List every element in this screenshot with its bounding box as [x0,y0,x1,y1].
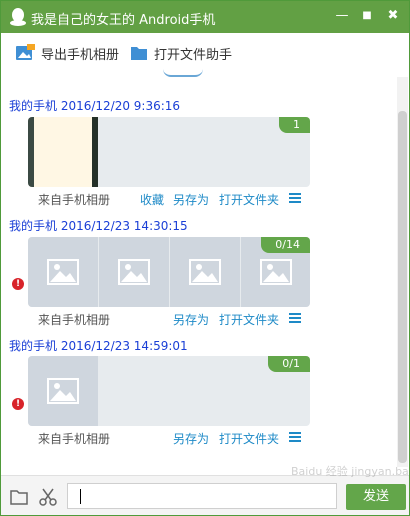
save-as-link[interactable]: 另存为 [173,191,209,208]
open-folder-link[interactable]: 打开文件夹 [219,191,279,208]
photo-count-badge: 0/14 [261,237,310,253]
photo-count-badge: 1 [279,117,310,133]
qq-penguin-icon [10,8,26,26]
source-label: 来自手机相册 [38,313,111,327]
folder-icon [131,47,147,60]
export-photo-icon [16,44,35,60]
image-placeholder-icon[interactable] [28,237,98,307]
more-menu-icon[interactable] [289,432,301,442]
title-bar: 我是自己的女王的 Android手机 — ■ ✖ [1,1,409,33]
open-file-assistant-label: 打开文件助手 [154,47,233,63]
image-placeholder-icon[interactable] [170,237,240,307]
photo-card[interactable]: 0/14 [28,237,310,307]
message-sender-time: 我的手机 2016/12/20 9:36:16 [9,99,181,113]
save-as-link[interactable]: 另存为 [173,311,209,328]
open-file-assistant-button[interactable]: 打开文件助手 [130,43,232,63]
toolbar: 导出手机相册 打开文件助手 [1,33,409,71]
error-icon[interactable]: ! [12,278,24,290]
send-button[interactable]: 发送 [346,484,406,510]
open-folder-link[interactable]: 打开文件夹 [219,430,279,447]
image-placeholder-icon[interactable] [99,237,169,307]
photo-card[interactable]: 0/1 [28,356,310,426]
minimize-button[interactable]: — [331,5,353,27]
history-arrow-icon [163,69,203,77]
export-album-button[interactable]: 导出手机相册 [15,43,119,63]
input-bar: 发送 [1,475,409,515]
favorite-link[interactable]: 收藏 [140,191,164,208]
chat-window: 我是自己的女王的 Android手机 — ■ ✖ 导出手机相册 打开文件助手 我… [0,0,410,516]
error-icon[interactable]: ! [12,398,24,410]
photo-card[interactable]: 1 [28,117,310,187]
more-menu-icon[interactable] [289,193,301,203]
open-folder-link[interactable]: 打开文件夹 [219,311,279,328]
image-placeholder-icon[interactable] [28,356,98,426]
message-sender-time: 我的手机 2016/12/23 14:30:15 [9,219,188,233]
folder-icon[interactable] [9,487,29,507]
source-label: 来自手机相册 [38,193,111,207]
close-button[interactable]: ✖ [382,5,404,27]
more-menu-icon[interactable] [289,313,301,323]
message-input[interactable] [67,483,337,509]
photo-count-badge: 0/1 [268,356,310,372]
save-as-link[interactable]: 另存为 [173,430,209,447]
message-sender-time: 我的手机 2016/12/23 14:59:01 [9,339,188,353]
photo-thumbnail[interactable] [28,117,98,187]
scissors-icon[interactable] [38,487,58,507]
export-album-label: 导出手机相册 [41,47,120,63]
maximize-button[interactable]: ■ [356,5,378,27]
text-caret [80,489,81,504]
watermark: Baidu 经验 jingyan.baidu.com [291,465,409,478]
source-label: 来自手机相册 [38,432,111,446]
scrollbar-thumb[interactable] [398,111,407,463]
window-title: 我是自己的女王的 Android手机 [31,13,216,28]
load-history-indicator[interactable] [1,71,409,79]
